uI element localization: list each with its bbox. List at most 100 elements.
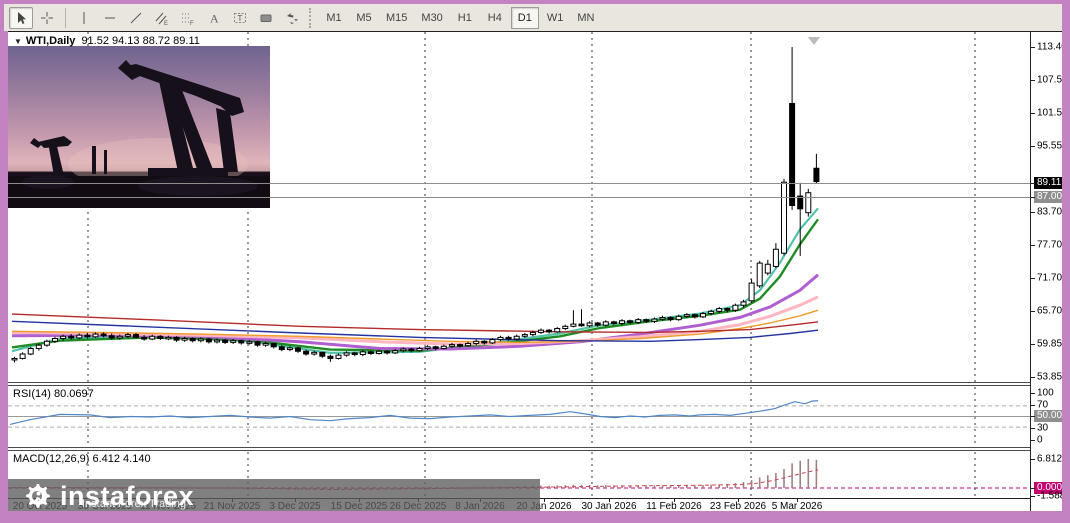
price-label: 65.70: [1037, 306, 1062, 317]
timeframe-m1[interactable]: M1: [320, 7, 348, 29]
candle-body: [296, 348, 301, 351]
candle-body: [93, 334, 98, 337]
rsi-line: [10, 401, 818, 425]
candle-body: [733, 305, 738, 310]
symbol-period-label: WTI,Daily: [26, 35, 76, 47]
candle-body: [482, 341, 487, 343]
candle-body: [514, 336, 519, 339]
candle-body: [385, 351, 390, 353]
axis-tick: [1031, 377, 1035, 378]
rsi-label: RSI(14) 80.0697: [13, 388, 94, 400]
crosshair-button[interactable]: [35, 7, 59, 29]
shapes-button[interactable]: [254, 7, 278, 29]
candle-body: [692, 315, 697, 317]
panel-resize-handle-rsi[interactable]: [8, 382, 1062, 386]
candle-body: [344, 353, 349, 355]
timeframe-d1[interactable]: D1: [511, 7, 539, 29]
rsi-scale-label: 100: [1037, 388, 1054, 399]
axis-tick: [1031, 405, 1035, 406]
rsi-plot[interactable]: [8, 386, 1030, 447]
candle-body: [215, 340, 220, 342]
instaforex-watermark: instaforex Instant Forex Trading: [8, 479, 540, 511]
fibonacci-icon: F: [180, 10, 196, 26]
candle-body: [150, 336, 155, 339]
candle-body: [158, 336, 163, 338]
candle-body: [579, 324, 584, 326]
candle-body: [458, 345, 463, 347]
fibonacci-button[interactable]: F: [176, 7, 200, 29]
candle-body: [466, 343, 471, 345]
candle-body: [352, 353, 357, 355]
timeframe-m5[interactable]: M5: [350, 7, 378, 29]
date-label: 5 Mar 2026: [772, 501, 823, 511]
cursor-button[interactable]: [9, 7, 33, 29]
candle-body: [69, 336, 74, 338]
label-button[interactable]: T: [228, 7, 252, 29]
candle-body: [101, 334, 106, 336]
candle-body: [417, 348, 422, 350]
candle-body: [563, 326, 568, 328]
price-label: 77.70: [1037, 240, 1062, 251]
horizontal-line-button[interactable]: [98, 7, 122, 29]
candle-body: [433, 347, 438, 349]
candle-body: [85, 335, 90, 337]
svg-text:A: A: [210, 11, 219, 25]
moving-averages: [12, 208, 818, 353]
chart-shift-icon[interactable]: [808, 37, 820, 45]
candle-body: [757, 263, 762, 286]
vertical-line-icon: [76, 10, 92, 26]
trendline-button[interactable]: [124, 7, 148, 29]
candle-body: [717, 309, 722, 312]
candle-body: [498, 337, 503, 339]
candle-body: [255, 342, 260, 345]
price-line-8911[interactable]: [8, 183, 1030, 184]
date-label: 11 Feb 2026: [646, 501, 701, 511]
channel-button[interactable]: E: [150, 7, 174, 29]
candle-body: [644, 320, 649, 322]
hline-price-label: 87.00: [1034, 191, 1062, 203]
chart-area[interactable]: ▼ WTI,Daily 91.52 94.13 88.72 89.11 RSI(…: [8, 31, 1062, 511]
candle-body: [320, 352, 325, 356]
symbol-dropdown-icon[interactable]: ▼: [14, 37, 22, 46]
arrows-icon: [284, 10, 300, 26]
candle-body: [109, 336, 114, 338]
text-button[interactable]: A: [202, 7, 226, 29]
candle-body: [668, 317, 673, 319]
candle-body: [271, 343, 276, 346]
timeframe-mn[interactable]: MN: [571, 7, 600, 29]
candle-body: [28, 348, 33, 354]
price-label: 83.70: [1037, 207, 1062, 218]
macd-label: MACD(12,26,9) 6.412 4.140: [13, 453, 151, 465]
candle-body: [741, 302, 746, 305]
axis-tick: [1031, 212, 1035, 213]
axis-tick: [1031, 428, 1035, 429]
price-line-8700[interactable]: [8, 197, 1030, 198]
axis-tick: [1031, 488, 1035, 489]
timeframe-w1[interactable]: W1: [541, 7, 570, 29]
cursor-icon: [13, 10, 29, 26]
toolbar-separator: [65, 8, 66, 28]
arrows-button[interactable]: [280, 7, 304, 29]
candle-body: [401, 349, 406, 351]
price-axis[interactable]: 113.40107.55101.5595.5583.7077.7071.7065…: [1031, 32, 1062, 511]
timeframe-h4[interactable]: H4: [481, 7, 509, 29]
candle-body: [701, 314, 706, 317]
axis-tick: [1031, 416, 1035, 417]
vertical-line-button[interactable]: [72, 7, 96, 29]
candle-body: [555, 329, 560, 332]
panel-resize-handle-macd[interactable]: [8, 447, 1062, 451]
price-label: 59.85: [1037, 339, 1062, 350]
candle-body: [603, 322, 608, 325]
timeframe-m30[interactable]: M30: [415, 7, 448, 29]
candle-body: [312, 352, 317, 354]
axis-tick: [1031, 47, 1035, 48]
candle-body: [449, 345, 454, 347]
toolbar-grip[interactable]: [309, 8, 313, 28]
candle-body: [806, 193, 811, 213]
candle-body: [134, 335, 139, 338]
timeframe-h1[interactable]: H1: [451, 7, 479, 29]
axis-tick: [1031, 311, 1035, 312]
candle-body: [814, 168, 819, 181]
timeframe-m15[interactable]: M15: [380, 7, 413, 29]
price-label: 95.55: [1037, 141, 1062, 152]
